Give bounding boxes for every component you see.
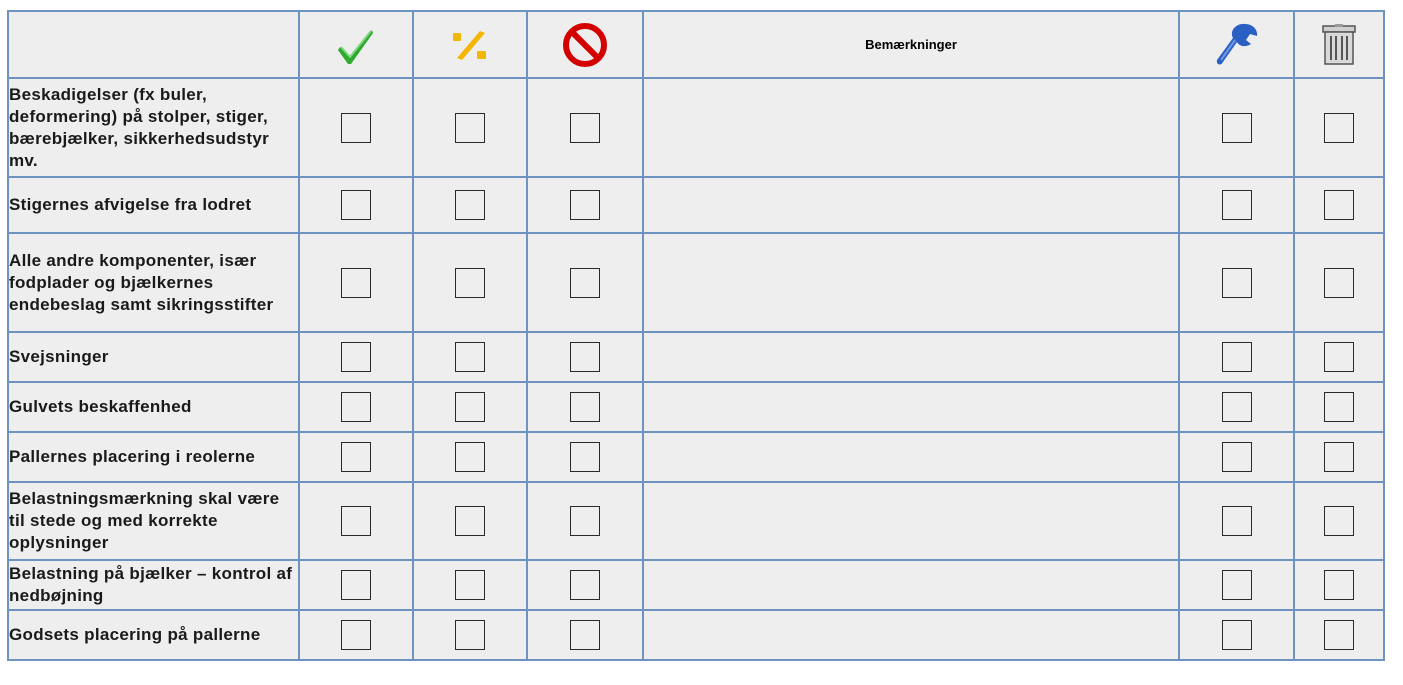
checkmark-icon: [338, 29, 373, 64]
discard-checkbox[interactable]: [1324, 392, 1354, 422]
partial-checkbox[interactable]: [455, 190, 485, 220]
discard-checkbox[interactable]: [1324, 190, 1354, 220]
header-notes: Bemærkninger: [642, 10, 1180, 79]
ok-checkbox[interactable]: [341, 112, 371, 143]
notes-field[interactable]: [642, 431, 1180, 483]
partial-checkbox[interactable]: [455, 392, 485, 422]
partial-checkbox[interactable]: [455, 267, 485, 298]
repair-checkbox[interactable]: [1221, 267, 1252, 298]
prohibited-icon: [563, 22, 607, 67]
header-partial: [412, 10, 528, 79]
ok-checkbox[interactable]: [341, 442, 371, 472]
ok-checkbox[interactable]: [341, 392, 371, 422]
partial-checkbox[interactable]: [455, 112, 485, 143]
inspection-sheet: Bemærkninger Beskadigelser (fx buler, de…: [7, 10, 1385, 661]
table-row: Godsets placering på pallerne: [7, 609, 1385, 661]
table-row: Stigernes afvigelse fra lodret: [7, 176, 1385, 234]
repair-checkbox[interactable]: [1221, 392, 1252, 422]
row-label: Gulvets beskaffenhed: [7, 381, 300, 433]
table-row: Alle andre komponenter, især fodplader o…: [7, 232, 1385, 333]
discard-checkbox[interactable]: [1324, 506, 1354, 536]
partial-checkbox[interactable]: [455, 506, 485, 536]
trash-can-icon: [1322, 23, 1356, 65]
repair-checkbox[interactable]: [1221, 506, 1252, 536]
row-label: Alle andre komponenter, især fodplader o…: [7, 232, 300, 333]
table-row: Beskadigelser (fx buler, deformering) på…: [7, 77, 1385, 178]
discard-checkbox[interactable]: [1324, 112, 1354, 143]
fail-checkbox[interactable]: [570, 112, 600, 143]
notes-field[interactable]: [642, 232, 1180, 333]
wrench-icon: [1216, 23, 1257, 64]
row-label: Svejsninger: [7, 331, 300, 383]
fail-checkbox[interactable]: [570, 342, 600, 372]
fail-checkbox[interactable]: [570, 506, 600, 536]
header-blank-cell: [7, 10, 300, 79]
percent-icon: [453, 30, 486, 60]
repair-checkbox[interactable]: [1221, 570, 1252, 600]
notes-field[interactable]: [642, 381, 1180, 433]
repair-checkbox[interactable]: [1221, 112, 1252, 143]
header-ok: [298, 10, 414, 79]
table-row: Belastningsmærkning skal være til stede …: [7, 481, 1385, 561]
ok-checkbox[interactable]: [341, 342, 371, 372]
row-label: Godsets placering på pallerne: [7, 609, 300, 661]
ok-checkbox[interactable]: [341, 570, 371, 600]
header-row: Bemærkninger: [7, 10, 1385, 79]
table-row: Belastning på bjælker – kontrol af nedbø…: [7, 559, 1385, 611]
notes-field[interactable]: [642, 176, 1180, 234]
repair-checkbox[interactable]: [1221, 190, 1252, 220]
header-repair: [1178, 10, 1295, 79]
notes-field[interactable]: [642, 331, 1180, 383]
discard-checkbox[interactable]: [1324, 570, 1354, 600]
partial-checkbox[interactable]: [455, 442, 485, 472]
row-label: Belastning på bjælker – kontrol af nedbø…: [7, 559, 300, 611]
row-label: Beskadigelser (fx buler, deformering) på…: [7, 77, 300, 178]
notes-field[interactable]: [642, 559, 1180, 611]
discard-checkbox[interactable]: [1324, 342, 1354, 372]
inspection-table: Bemærkninger Beskadigelser (fx buler, de…: [7, 10, 1385, 661]
repair-checkbox[interactable]: [1221, 442, 1252, 472]
header-fail: [526, 10, 644, 79]
ok-checkbox[interactable]: [341, 620, 371, 650]
partial-checkbox[interactable]: [455, 620, 485, 650]
discard-checkbox[interactable]: [1324, 267, 1354, 298]
table-row: Pallernes placering i reolerne: [7, 431, 1385, 483]
row-label: Stigernes afvigelse fra lodret: [7, 176, 300, 234]
notes-field[interactable]: [642, 609, 1180, 661]
ok-checkbox[interactable]: [341, 506, 371, 536]
partial-checkbox[interactable]: [455, 570, 485, 600]
ok-checkbox[interactable]: [341, 267, 371, 298]
fail-checkbox[interactable]: [570, 267, 600, 298]
fail-checkbox[interactable]: [570, 442, 600, 472]
header-discard: [1293, 10, 1385, 79]
table-row: Svejsninger: [7, 331, 1385, 383]
fail-checkbox[interactable]: [570, 190, 600, 220]
repair-checkbox[interactable]: [1221, 342, 1252, 372]
discard-checkbox[interactable]: [1324, 620, 1354, 650]
ok-checkbox[interactable]: [341, 190, 371, 220]
partial-checkbox[interactable]: [455, 342, 485, 372]
fail-checkbox[interactable]: [570, 620, 600, 650]
notes-field[interactable]: [642, 77, 1180, 178]
fail-checkbox[interactable]: [570, 392, 600, 422]
row-label: Pallernes placering i reolerne: [7, 431, 300, 483]
table-row: Gulvets beskaffenhed: [7, 381, 1385, 433]
discard-checkbox[interactable]: [1324, 442, 1354, 472]
row-label: Belastningsmærkning skal være til stede …: [7, 481, 300, 561]
fail-checkbox[interactable]: [570, 570, 600, 600]
repair-checkbox[interactable]: [1221, 620, 1252, 650]
notes-field[interactable]: [642, 481, 1180, 561]
